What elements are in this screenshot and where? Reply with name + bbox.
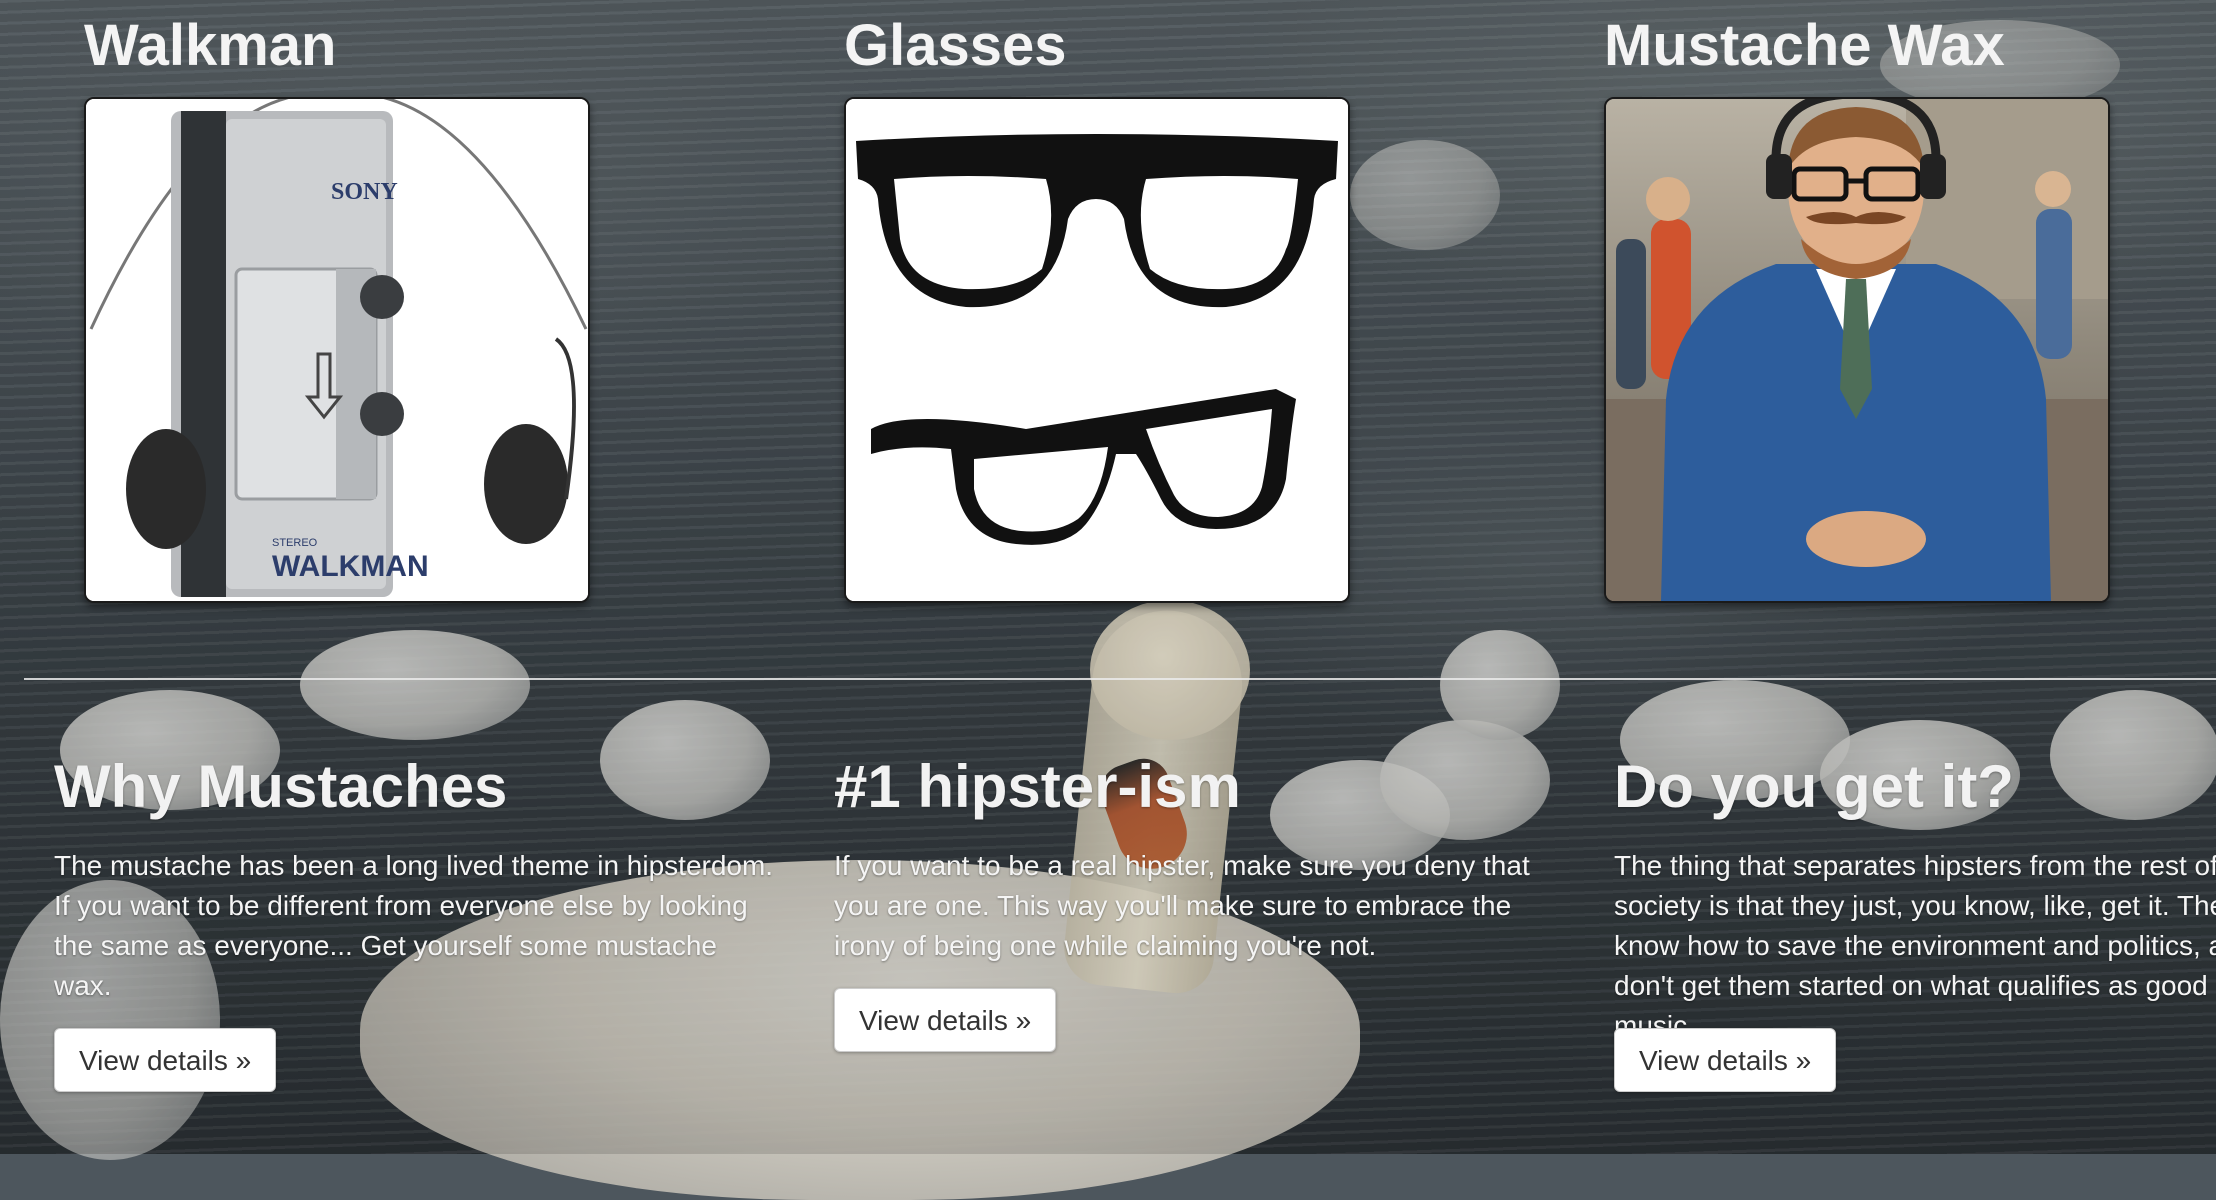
feature-text-hipster-ism: If you want to be a real hipster, make s…	[834, 850, 1530, 961]
feature-text-why-mustaches: The mustache has been a long lived theme…	[54, 850, 774, 1001]
view-details-button-get-it[interactable]: View details »	[1614, 1028, 1837, 1092]
walkman-logo: WALKMAN	[272, 550, 429, 583]
product-title-mustache-wax: Mustache Wax	[1604, 13, 2005, 78]
feature-heading-get-it: Do you get it?	[1614, 753, 2014, 820]
feature-text-get-it: The thing that separates hipsters from t…	[1614, 850, 2216, 1041]
view-details-button-why-mustaches[interactable]: View details »	[54, 1028, 277, 1092]
product-title-glasses: Glasses	[844, 13, 1067, 78]
stereo-label: STEREO	[272, 537, 318, 549]
feature-heading-why-mustaches: Why Mustaches	[54, 753, 508, 820]
walkman-illustration: SONY STEREO WALKMAN	[86, 99, 588, 601]
sony-logo: SONY	[331, 179, 398, 205]
mustache-wax-image[interactable]	[1604, 97, 2110, 603]
glasses-image[interactable]	[844, 97, 1350, 603]
product-title-walkman: Walkman	[84, 13, 337, 78]
walkman-image[interactable]: SONY STEREO WALKMAN	[84, 97, 590, 603]
hipster-photo	[1606, 99, 2108, 601]
section-divider	[24, 678, 2216, 680]
view-details-button-hipster-ism[interactable]: View details »	[834, 988, 1057, 1052]
feature-heading-hipster-ism: #1 hipster-ism	[834, 753, 1241, 820]
glasses-illustration	[846, 99, 1348, 601]
